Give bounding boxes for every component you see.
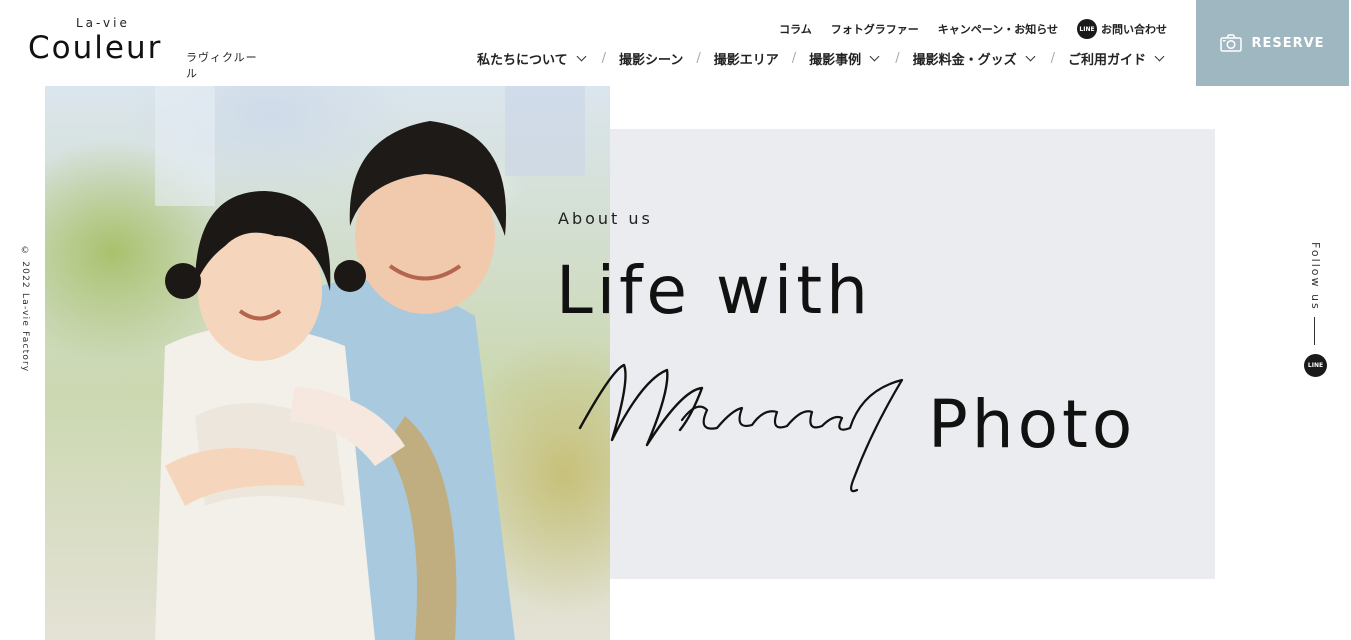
about-us-label: About us xyxy=(558,209,653,228)
hero-title-line1: Life with xyxy=(556,252,872,329)
logo-name: Couleur xyxy=(28,30,163,66)
nav-separator: / xyxy=(1050,51,1055,66)
chevron-down-icon xyxy=(1025,51,1036,62)
hero-photo xyxy=(45,86,610,640)
reserve-button[interactable]: RESERVE xyxy=(1196,0,1349,86)
copyright-text: © 2022 La-vie Factory xyxy=(20,246,30,373)
reserve-label: RESERVE xyxy=(1251,35,1325,51)
logo-kana: ラヴィクルール xyxy=(186,51,258,80)
nav-separator: / xyxy=(791,51,797,66)
chevron-down-icon xyxy=(576,51,587,62)
nav-separator: / xyxy=(696,51,701,66)
memorial-script-text xyxy=(572,350,917,504)
subnav-photographer-link[interactable]: フォトグラファー xyxy=(831,21,919,37)
hero-title-photo: Photo xyxy=(928,386,1137,463)
nav-separator: / xyxy=(895,51,900,66)
subnav-column-link[interactable]: コラム xyxy=(779,21,812,37)
nav-area[interactable]: 撮影エリア xyxy=(714,49,779,68)
follow-divider xyxy=(1314,317,1315,345)
line-icon[interactable]: LINE xyxy=(1304,354,1327,377)
follow-us-label: Follow us xyxy=(1309,242,1322,311)
nav-scenes[interactable]: 撮影シーン xyxy=(619,49,683,68)
nav-about[interactable]: 私たちについて xyxy=(477,49,589,68)
chevron-down-icon xyxy=(1154,51,1165,62)
nav-separator: / xyxy=(601,51,607,66)
nav-cases[interactable]: 撮影事例 xyxy=(809,49,882,68)
camera-icon xyxy=(1220,34,1243,52)
nav-pricing[interactable]: 撮影料金・グッズ xyxy=(913,49,1038,68)
main-navigation: 私たちについて / 撮影シーン / 撮影エリア / 撮影事例 / 撮影料金・グッ… xyxy=(477,49,1167,68)
chevron-down-icon xyxy=(869,51,880,62)
sub-navigation: コラム フォトグラファー キャンペーン・お知らせ LINE お問い合わせ xyxy=(779,19,1167,39)
site-logo[interactable]: La-vie Couleur ラヴィクルール xyxy=(28,14,268,80)
line-icon: LINE xyxy=(1077,19,1097,39)
subnav-news-link[interactable]: キャンペーン・お知らせ xyxy=(938,21,1058,37)
subnav-contact-link[interactable]: LINE お問い合わせ xyxy=(1077,19,1167,39)
logo-top-text: La-vie xyxy=(76,16,130,30)
nav-guide[interactable]: ご利用ガイド xyxy=(1068,49,1167,68)
